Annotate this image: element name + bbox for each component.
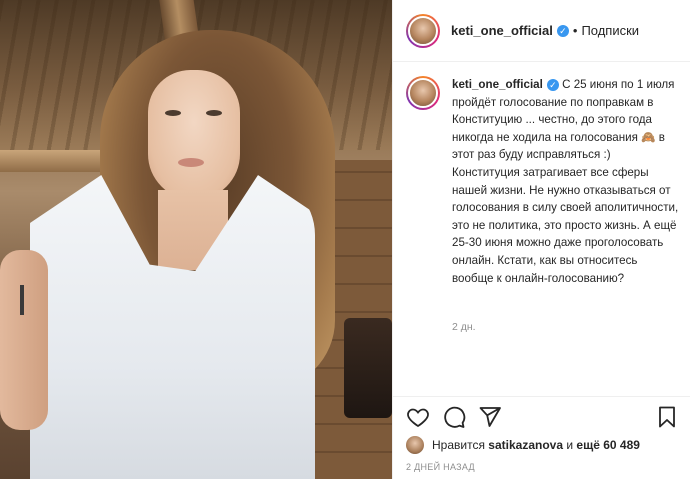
caption-body: С 25 июня по 1 июля пройдёт голосование … — [452, 78, 679, 285]
photo-eye-right — [206, 110, 222, 116]
author-avatar[interactable] — [406, 13, 440, 48]
likes-count[interactable]: ещё 60 489 — [576, 438, 640, 452]
caption-block: keti_one_official ✓ С 25 июня по 1 июля п… — [406, 76, 681, 287]
photo-face — [148, 70, 240, 200]
post-photo[interactable] — [0, 0, 392, 479]
comment-icon[interactable] — [442, 405, 466, 429]
liker-avatar[interactable] — [406, 436, 424, 454]
photo-eye-left — [165, 110, 181, 116]
likes-summary: Нравится satikazanova и ещё 60 489 — [406, 436, 640, 454]
share-icon[interactable] — [478, 405, 502, 429]
post-date[interactable]: 2 ДНЕЙ НАЗАД — [406, 462, 475, 472]
likes-prefix: Нравится — [432, 438, 485, 452]
bookmark-icon[interactable] — [655, 405, 679, 429]
author-username[interactable]: keti_one_official — [451, 23, 553, 38]
heart-icon[interactable] — [406, 405, 430, 429]
caption-username[interactable]: keti_one_official — [452, 78, 543, 91]
caption-time: 2 дн. — [452, 321, 476, 333]
action-bar — [393, 396, 690, 436]
photo-arm — [0, 250, 48, 430]
following-button[interactable]: Подписки — [581, 23, 639, 38]
liker-username[interactable]: satikazanova — [488, 438, 563, 452]
photo-stove — [344, 318, 392, 418]
post-side-panel: keti_one_official ✓ • Подписки keti_one_… — [392, 0, 690, 479]
photo-tattoo — [20, 285, 24, 315]
caption-verified-badge-icon: ✓ — [546, 78, 559, 91]
header-separator: • — [572, 23, 578, 38]
photo-shelf — [0, 150, 110, 172]
post-header: keti_one_official ✓ • Подписки — [393, 0, 690, 62]
likes-and: и — [566, 438, 574, 452]
caption-text: keti_one_official ✓ С 25 июня по 1 июля п… — [452, 76, 680, 287]
verified-badge-icon: ✓ — [556, 24, 569, 37]
caption-avatar[interactable] — [406, 76, 440, 110]
photo-lips — [178, 158, 204, 167]
